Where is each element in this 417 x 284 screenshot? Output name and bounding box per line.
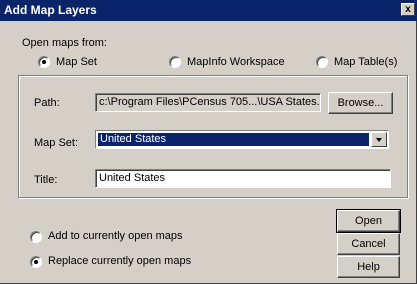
browse-button[interactable]: Browse...	[328, 92, 393, 114]
radio-mapinfo-workspace-label[interactable]: MapInfo Workspace	[187, 56, 285, 68]
title-value: United States	[99, 172, 166, 184]
map-set-selected: United States	[98, 133, 369, 146]
path-label: Path:	[34, 97, 60, 109]
title-bar[interactable]: Add Map Layers x	[0, 0, 417, 21]
close-icon: x	[405, 4, 411, 15]
path-value: c:\Program Files\PCensus 705...\USA Stat…	[99, 96, 321, 108]
title-input[interactable]: United States	[95, 169, 391, 188]
open-button[interactable]: Open	[336, 209, 401, 233]
radio-add-to-open-maps[interactable]	[30, 231, 42, 243]
map-set-label: Map Set:	[34, 137, 79, 149]
radio-map-set[interactable]	[38, 56, 50, 68]
chevron-down-icon[interactable]	[371, 132, 387, 147]
path-field: c:\Program Files\PCensus 705...\USA Stat…	[95, 93, 321, 112]
map-set-dropdown[interactable]: United States	[95, 130, 389, 149]
close-button[interactable]: x	[401, 3, 415, 16]
radio-add-to-open-maps-label[interactable]: Add to currently open maps	[48, 230, 183, 242]
cancel-button[interactable]: Cancel	[337, 233, 400, 255]
radio-mapinfo-workspace[interactable]	[169, 56, 181, 68]
open-maps-from-label: Open maps from:	[22, 37, 107, 49]
radio-replace-open-maps-label[interactable]: Replace currently open maps	[48, 255, 191, 267]
help-button[interactable]: Help	[337, 256, 400, 278]
title-label: Title:	[34, 174, 58, 186]
radio-replace-open-maps[interactable]	[30, 256, 42, 268]
radio-map-tables-label[interactable]: Map Table(s)	[334, 56, 397, 68]
radio-map-set-label[interactable]: Map Set	[56, 56, 97, 68]
window-title: Add Map Layers	[4, 3, 97, 17]
radio-map-tables[interactable]	[316, 56, 328, 68]
add-map-layers-dialog: Add Map Layers x Open maps from: Map Set…	[0, 0, 417, 284]
